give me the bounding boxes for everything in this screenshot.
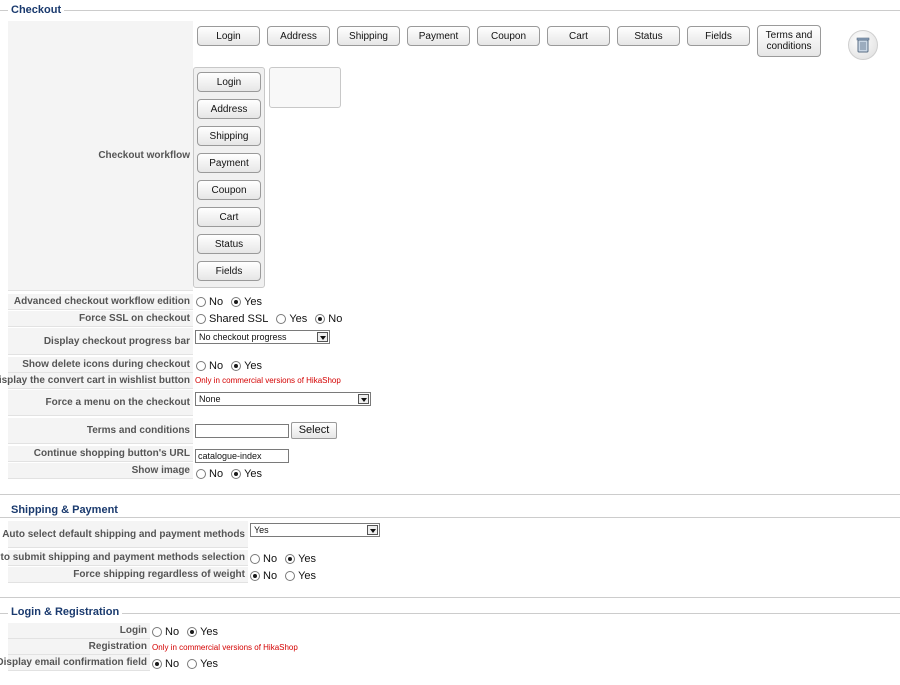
checkout-legend: Checkout	[8, 3, 65, 17]
advanced-workflow-radio: No Yes	[196, 295, 270, 309]
radio-no[interactable]	[250, 554, 260, 564]
workflow-step-button[interactable]: Login	[197, 26, 260, 46]
delete-icons-radio: No Yes	[196, 359, 270, 373]
workflow-column-step[interactable]: Fields	[197, 261, 261, 281]
select-value: Yes	[254, 525, 269, 535]
workflow-step-button[interactable]: Terms and conditions	[757, 25, 821, 57]
progress-bar-label: Display checkout progress bar	[8, 328, 193, 355]
section-divider	[0, 494, 900, 495]
radio-no[interactable]	[152, 659, 162, 669]
workflow-column-step[interactable]: Cart	[197, 207, 261, 227]
convert-cart-label: Display the convert cart in wishlist but…	[0, 373, 193, 389]
workflow-step-button[interactable]: Status	[617, 26, 680, 46]
force-ssl-radio: Shared SSL Yes No	[196, 312, 350, 326]
section-divider	[0, 613, 900, 614]
radio-yes[interactable]	[231, 361, 242, 371]
email-confirm-radio: No Yes	[152, 657, 226, 671]
checkout-workflow-label: Checkout workflow	[8, 21, 193, 291]
radio-label: No	[165, 658, 180, 670]
trash-icon[interactable]	[848, 30, 878, 60]
show-image-label: Show image	[8, 463, 193, 479]
section-divider	[0, 10, 900, 11]
workflow-column-step[interactable]: Shipping	[197, 126, 261, 146]
radio-no[interactable]	[315, 314, 326, 324]
force-shipping-radio: No Yes	[250, 569, 324, 583]
workflow-column-step[interactable]: Status	[197, 234, 261, 254]
force-ssl-label: Force SSL on checkout	[8, 311, 193, 327]
auto-select-select[interactable]: Yes	[250, 523, 380, 537]
workflow-step-button[interactable]: Fields	[687, 26, 750, 46]
login-label: Login	[8, 623, 150, 639]
radio-label: Yes	[244, 296, 263, 308]
progress-bar-select[interactable]: No checkout progress	[195, 330, 330, 344]
radio-yes[interactable]	[187, 659, 198, 669]
radio-no[interactable]	[196, 297, 206, 307]
select-value: No checkout progress	[199, 332, 287, 342]
login-radio: No Yes	[152, 625, 226, 639]
radio-shared-ssl[interactable]	[196, 314, 206, 324]
radio-yes[interactable]	[285, 571, 296, 581]
radio-label: No	[209, 296, 224, 308]
radio-yes[interactable]	[276, 314, 287, 324]
radio-label: Yes	[298, 553, 317, 565]
radio-yes[interactable]	[231, 297, 242, 307]
radio-no[interactable]	[196, 361, 206, 371]
workflow-step-button[interactable]: Address	[267, 26, 330, 46]
continue-url-input[interactable]: catalogue-index	[195, 449, 289, 463]
radio-label: Yes	[289, 313, 308, 325]
chevron-down-icon	[358, 394, 369, 404]
workflow-drop-zone[interactable]	[269, 67, 341, 108]
workflow-step-button[interactable]: Payment	[407, 26, 470, 46]
auto-submit-radio: No Yes	[250, 552, 324, 566]
radio-yes[interactable]	[285, 554, 296, 564]
radio-label: No	[209, 360, 224, 372]
chevron-down-icon	[367, 525, 378, 535]
continue-url-label: Continue shopping button's URL	[8, 446, 193, 462]
login-legend: Login & Registration	[8, 605, 123, 619]
chevron-down-icon	[317, 332, 328, 342]
shipping-legend: Shipping & Payment	[8, 503, 121, 517]
terms-label: Terms and conditions	[8, 418, 193, 444]
radio-label: Yes	[298, 570, 317, 582]
force-menu-label: Force a menu on the checkout	[8, 390, 193, 416]
radio-label: No	[165, 626, 180, 638]
radio-label: No	[263, 553, 278, 565]
terms-input[interactable]	[195, 424, 289, 438]
registration-label: Registration	[8, 639, 150, 655]
force-menu-select[interactable]: None	[195, 392, 371, 406]
radio-yes[interactable]	[187, 627, 198, 637]
delete-icons-label: Show delete icons during checkout	[8, 357, 193, 373]
commercial-only-note: Only in commercial versions of HikaShop	[195, 376, 341, 385]
auto-submit-label: Auto submit shipping and payment methods…	[0, 550, 248, 566]
select-value: None	[199, 394, 221, 404]
workflow-column-step[interactable]: Coupon	[197, 180, 261, 200]
workflow-column-step[interactable]: Address	[197, 99, 261, 119]
advanced-workflow-label: Advanced checkout workflow edition	[8, 294, 193, 310]
radio-label: Yes	[244, 468, 263, 480]
workflow-step-button[interactable]: Cart	[547, 26, 610, 46]
radio-label: No	[209, 468, 224, 480]
email-confirm-label: Display email confirmation field	[0, 655, 150, 671]
section-divider	[0, 597, 900, 598]
workflow-step-button[interactable]: Coupon	[477, 26, 540, 46]
radio-label: Yes	[200, 626, 219, 638]
radio-label: Yes	[200, 658, 219, 670]
radio-no[interactable]	[152, 627, 162, 637]
auto-select-label: Auto select default shipping and payment…	[2, 521, 248, 548]
radio-no[interactable]	[250, 571, 260, 581]
radio-yes[interactable]	[231, 469, 242, 479]
radio-label: Yes	[244, 360, 263, 372]
section-divider	[0, 517, 900, 518]
radio-label: No	[328, 313, 343, 325]
workflow-column-step[interactable]: Login	[197, 72, 261, 92]
workflow-column-step[interactable]: Payment	[197, 153, 261, 173]
radio-no[interactable]	[196, 469, 206, 479]
select-button[interactable]: Select	[291, 422, 337, 439]
show-image-radio: No Yes	[196, 467, 270, 481]
force-shipping-label: Force shipping regardless of weight	[8, 567, 248, 583]
radio-label: No	[263, 570, 278, 582]
radio-label: Shared SSL	[209, 313, 269, 325]
workflow-step-button[interactable]: Shipping	[337, 26, 400, 46]
commercial-only-note: Only in commercial versions of HikaShop	[152, 643, 298, 652]
